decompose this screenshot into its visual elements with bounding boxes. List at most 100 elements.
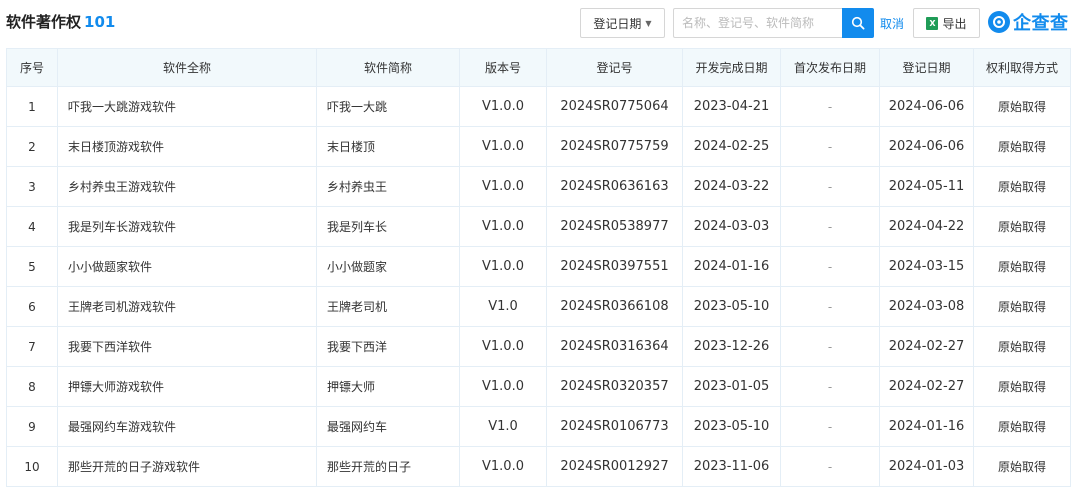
column-header-index: 序号 bbox=[6, 48, 58, 87]
table-row: 8 押镖大师游戏软件 押镖大师 V1.0.0 2024SR0320357 2023-01-… bbox=[6, 366, 1071, 407]
cell-reg-date: 2024-04-22 bbox=[879, 206, 974, 247]
cell-index: 4 bbox=[6, 206, 58, 247]
cell-index: 9 bbox=[6, 406, 58, 447]
cell-publish-date: - bbox=[780, 326, 880, 367]
export-button[interactable]: X 导出 bbox=[913, 8, 980, 38]
cell-full-name: 那些开荒的日子游戏软件 bbox=[57, 446, 317, 487]
cell-reg-date: 2024-03-08 bbox=[879, 286, 974, 327]
cell-reg-no: 2024SR0316364 bbox=[546, 326, 683, 367]
cell-rights-method: 原始取得 bbox=[973, 126, 1071, 167]
cell-full-name: 押镖大师游戏软件 bbox=[57, 366, 317, 407]
cell-version: V1.0 bbox=[459, 286, 547, 327]
cell-rights-method: 原始取得 bbox=[973, 206, 1071, 247]
search-input[interactable] bbox=[673, 8, 842, 38]
cell-index: 2 bbox=[6, 126, 58, 167]
cell-full-name: 我是列车长游戏软件 bbox=[57, 206, 317, 247]
cell-short-name: 我是列车长 bbox=[316, 206, 460, 247]
cell-dev-date: 2023-05-10 bbox=[682, 286, 781, 327]
cell-reg-no: 2024SR0775064 bbox=[546, 86, 683, 127]
cell-full-name: 乡村养虫王游戏软件 bbox=[57, 166, 317, 207]
table-body: 1 吓我一大跳游戏软件 吓我一大跳 V1.0.0 2024SR0775064 2023-0… bbox=[6, 86, 1071, 487]
software-copyright-table: 序号 软件全称 软件简称 版本号 登记号 开发完成日期 首次发布日期 登记日期 … bbox=[6, 48, 1071, 487]
table-row: 7 我要下西洋软件 我要下西洋 V1.0.0 2024SR0316364 2023-12-… bbox=[6, 326, 1071, 367]
cell-index: 6 bbox=[6, 286, 58, 327]
cell-version: V1.0.0 bbox=[459, 446, 547, 487]
cell-dev-date: 2024-02-25 bbox=[682, 126, 781, 167]
cell-publish-date: - bbox=[780, 286, 880, 327]
cell-publish-date: - bbox=[780, 126, 880, 167]
cell-rights-method: 原始取得 bbox=[973, 326, 1071, 367]
table-row: 9 最强网约车游戏软件 最强网约车 V1.0 2024SR0106773 2023-05-… bbox=[6, 406, 1071, 447]
cell-publish-date: - bbox=[780, 246, 880, 287]
cell-reg-date: 2024-06-06 bbox=[879, 126, 974, 167]
table-row: 10 那些开荒的日子游戏软件 那些开荒的日子 V1.0.0 2024SR0012927 2… bbox=[6, 446, 1071, 487]
cell-version: V1.0.0 bbox=[459, 206, 547, 247]
cell-reg-no: 2024SR0366108 bbox=[546, 286, 683, 327]
cell-rights-method: 原始取得 bbox=[973, 86, 1071, 127]
cell-version: V1.0 bbox=[459, 406, 547, 447]
cell-version: V1.0.0 bbox=[459, 166, 547, 207]
search-button[interactable] bbox=[842, 8, 874, 38]
date-sort-dropdown[interactable]: 登记日期 ▼ bbox=[580, 8, 665, 38]
cell-full-name: 最强网约车游戏软件 bbox=[57, 406, 317, 447]
cell-short-name: 那些开荒的日子 bbox=[316, 446, 460, 487]
cell-version: V1.0.0 bbox=[459, 86, 547, 127]
cell-reg-date: 2024-03-15 bbox=[879, 246, 974, 287]
cell-index: 8 bbox=[6, 366, 58, 407]
cell-reg-date: 2024-02-27 bbox=[879, 326, 974, 367]
cell-reg-no: 2024SR0012927 bbox=[546, 446, 683, 487]
cell-short-name: 小小做题家 bbox=[316, 246, 460, 287]
cell-short-name: 王牌老司机 bbox=[316, 286, 460, 327]
cell-full-name: 吓我一大跳游戏软件 bbox=[57, 86, 317, 127]
cell-reg-no: 2024SR0106773 bbox=[546, 406, 683, 447]
caret-down-icon: ▼ bbox=[645, 18, 652, 28]
cell-reg-no: 2024SR0775759 bbox=[546, 126, 683, 167]
cell-reg-no: 2024SR0397551 bbox=[546, 246, 683, 287]
cell-full-name: 小小做题家软件 bbox=[57, 246, 317, 287]
column-header-reg-no: 登记号 bbox=[546, 48, 683, 87]
cell-dev-date: 2024-03-22 bbox=[682, 166, 781, 207]
column-header-rights-method: 权利取得方式 bbox=[973, 48, 1071, 87]
toolbar: 软件著作权101 登记日期 ▼ 取消 X 导出 企查查 bbox=[0, 0, 1080, 45]
record-count: 101 bbox=[84, 13, 116, 31]
cell-reg-no: 2024SR0538977 bbox=[546, 206, 683, 247]
cell-publish-date: - bbox=[780, 406, 880, 447]
page-title-text: 软件著作权 bbox=[6, 13, 82, 31]
cell-version: V1.0.0 bbox=[459, 366, 547, 407]
column-header-reg-date: 登记日期 bbox=[879, 48, 974, 87]
cell-rights-method: 原始取得 bbox=[973, 446, 1071, 487]
table-row: 1 吓我一大跳游戏软件 吓我一大跳 V1.0.0 2024SR0775064 2023-0… bbox=[6, 86, 1071, 127]
cell-full-name: 末日楼顶游戏软件 bbox=[57, 126, 317, 167]
table-row: 5 小小做题家软件 小小做题家 V1.0.0 2024SR0397551 2024-01-… bbox=[6, 246, 1071, 287]
qcc-logo: 企查查 bbox=[988, 9, 1069, 35]
column-header-dev-date: 开发完成日期 bbox=[682, 48, 781, 87]
cell-reg-date: 2024-05-11 bbox=[879, 166, 974, 207]
cell-version: V1.0.0 bbox=[459, 126, 547, 167]
cancel-link[interactable]: 取消 bbox=[880, 15, 904, 32]
column-header-short-name: 软件简称 bbox=[316, 48, 460, 87]
cell-publish-date: - bbox=[780, 446, 880, 487]
cell-reg-no: 2024SR0320357 bbox=[546, 366, 683, 407]
cell-publish-date: - bbox=[780, 166, 880, 207]
table-row: 2 末日楼顶游戏软件 末日楼顶 V1.0.0 2024SR0775759 2024-02-… bbox=[6, 126, 1071, 167]
cell-index: 5 bbox=[6, 246, 58, 287]
table-row: 6 王牌老司机游戏软件 王牌老司机 V1.0 2024SR0366108 2023-05-… bbox=[6, 286, 1071, 327]
cell-dev-date: 2023-11-06 bbox=[682, 446, 781, 487]
excel-icon: X bbox=[926, 16, 939, 30]
cell-rights-method: 原始取得 bbox=[973, 246, 1071, 287]
cell-rights-method: 原始取得 bbox=[973, 166, 1071, 207]
column-header-version: 版本号 bbox=[459, 48, 547, 87]
cell-reg-date: 2024-06-06 bbox=[879, 86, 974, 127]
table-row: 3 乡村养虫王游戏软件 乡村养虫王 V1.0.0 2024SR0636163 2024-0… bbox=[6, 166, 1071, 207]
cell-rights-method: 原始取得 bbox=[973, 286, 1071, 327]
cell-short-name: 末日楼顶 bbox=[316, 126, 460, 167]
column-header-publish-date: 首次发布日期 bbox=[780, 48, 880, 87]
cell-short-name: 押镖大师 bbox=[316, 366, 460, 407]
search-icon bbox=[851, 16, 865, 30]
cell-reg-no: 2024SR0636163 bbox=[546, 166, 683, 207]
qcc-logo-icon bbox=[988, 11, 1010, 33]
cell-rights-method: 原始取得 bbox=[973, 406, 1071, 447]
cell-publish-date: - bbox=[780, 206, 880, 247]
cell-publish-date: - bbox=[780, 366, 880, 407]
cell-dev-date: 2024-03-03 bbox=[682, 206, 781, 247]
